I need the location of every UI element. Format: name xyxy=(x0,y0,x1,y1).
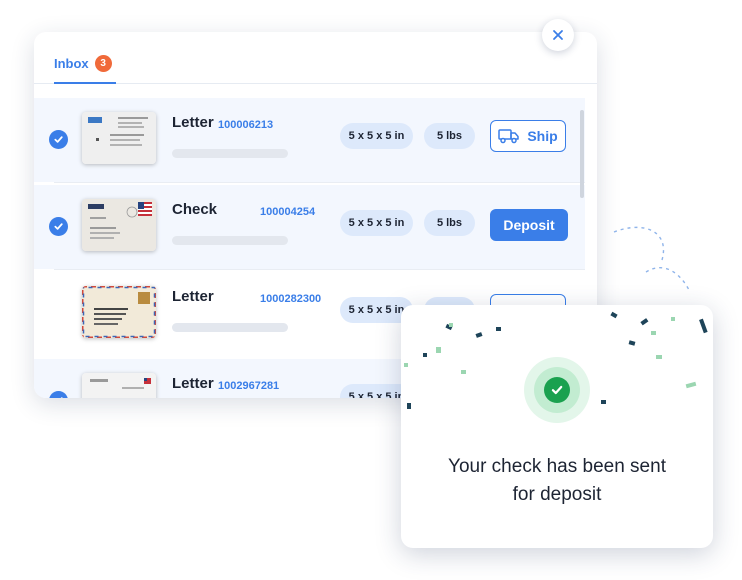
weight-pill: 5 lbs xyxy=(424,210,475,236)
active-tab-indicator xyxy=(54,82,116,84)
inbox-count-badge: 3 xyxy=(94,55,112,72)
item-type: Letter xyxy=(172,375,214,392)
scrollbar[interactable] xyxy=(580,110,584,198)
check-icon xyxy=(54,136,63,143)
close-button[interactable] xyxy=(542,19,574,51)
tab-inbox[interactable]: Inbox 3 xyxy=(54,55,112,72)
toast-message-line2: for deposit xyxy=(512,484,602,505)
description-placeholder xyxy=(172,236,288,245)
envelope-image xyxy=(82,199,156,251)
success-indicator xyxy=(524,357,590,423)
mail-thumbnail[interactable] xyxy=(82,286,156,338)
description-placeholder xyxy=(172,323,288,332)
size-pill: 5 x 5 x 5 in xyxy=(340,210,413,236)
weight-pill: 5 lbs xyxy=(424,123,475,149)
row-divider xyxy=(54,269,585,270)
check-icon xyxy=(60,397,63,398)
item-number: 100004254 xyxy=(260,206,316,218)
deposit-button[interactable]: Deposit xyxy=(490,209,568,241)
ship-button[interactable]: Ship xyxy=(490,120,566,152)
tab-bar: Inbox 3 xyxy=(34,32,597,84)
mail-thumbnail[interactable] xyxy=(82,112,156,164)
inbox-row[interactable]: Check 100004254 5 x 5 x 5 in 5 lbs Depos… xyxy=(34,185,585,269)
item-number: 100006213 xyxy=(218,119,274,131)
toast-message-line1: Your check has been sent xyxy=(448,456,666,477)
success-check-icon xyxy=(544,377,570,403)
success-toast: Your check has been sent for deposit xyxy=(401,305,713,548)
description-placeholder xyxy=(172,149,288,158)
row-divider xyxy=(54,182,585,183)
tab-inbox-label: Inbox xyxy=(54,56,89,71)
item-number: 1002967281 xyxy=(218,380,280,392)
item-type: Check xyxy=(172,201,218,218)
mail-thumbnail[interactable] xyxy=(82,373,156,398)
row-checkbox[interactable] xyxy=(49,217,68,236)
envelope-image xyxy=(82,112,156,164)
item-number: 1000282300 xyxy=(260,293,322,305)
airmail-envelope-image xyxy=(82,286,156,338)
envelope-image xyxy=(82,373,156,398)
toast-message: Your check has been sent for deposit xyxy=(401,453,713,509)
inbox-row[interactable]: Letter 100006213 5 x 5 x 5 in 5 lbs Ship xyxy=(34,98,585,182)
item-type: Letter xyxy=(172,288,214,305)
ship-button-label: Ship xyxy=(527,128,558,144)
close-icon xyxy=(553,30,563,40)
size-pill: 5 x 5 x 5 in xyxy=(340,123,413,149)
mail-thumbnail[interactable] xyxy=(82,199,156,251)
check-icon xyxy=(54,223,63,230)
row-checkbox[interactable] xyxy=(49,391,68,398)
item-type: Letter xyxy=(172,114,214,131)
row-checkbox[interactable] xyxy=(49,130,68,149)
truck-icon xyxy=(498,129,520,144)
